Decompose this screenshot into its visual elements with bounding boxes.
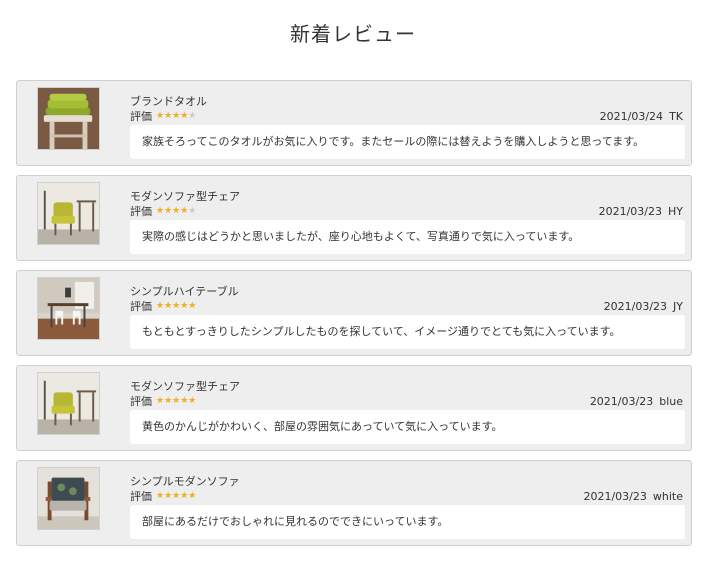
product-name[interactable]: ブランドタオル [130,93,207,109]
star-rating-icon: ★★★★★★★★★★ [156,301,197,311]
review-comment: 黄色のかんじがかわいく、部屋の雰囲気にあっていて気に入っています。 [130,410,685,444]
review-comment: 実際の感じはどうかと思いましたが、座り心地もよくて、写真通りで気に入っています。 [130,220,685,254]
rating-label: 評価 [130,490,152,503]
review-author: HY [668,205,683,218]
rating-label: 評価 [130,395,152,408]
rating-label: 評価 [130,110,152,123]
rating: 評価 ★★★★★★★★★★ [130,298,196,314]
review-meta: 2021/03/23 blue [590,395,683,408]
product-name[interactable]: モダンソファ型チェア [130,378,240,394]
review-author: blue [659,395,683,408]
review-author: white [652,490,683,503]
review-author: TK [669,110,683,123]
review-author: JY [673,300,683,313]
towel-photo[interactable] [37,87,100,150]
page-title: 新着レビュー [290,22,416,46]
review-meta: 2021/03/24 TK [600,110,683,123]
yellow-chair-photo[interactable] [37,182,100,245]
review-date: 2021/03/24 [599,110,664,123]
rating-label: 評価 [130,300,152,313]
review-card: モダンソファ型チェア 評価 ★★★★★★★★★★ 2021/03/23 HY 実際… [16,175,692,261]
armchair-photo[interactable] [37,467,100,530]
review-meta: 2021/03/23 HY [599,205,683,218]
review-card: シンプルモダンソファ 評価 ★★★★★ ★★★★★ 2021/03/23 white… [16,460,692,546]
review-date: 2021/03/23 [589,395,654,408]
rating: 評価 ★★★★★★★★★★ [130,393,196,409]
review-comment: 家族そろってこのタオルがお気に入りです。またセールの際には替えようを購入しようと… [130,125,685,159]
review-list: ブランドタオル 評価 ★★★★★★★★★★ 2021/03/24 TK 家族そろっ… [16,80,692,555]
star-rating-icon: ★★★★★★★★★★ [156,396,197,406]
review-card: シンプルハイテーブル 評価 ★★★★★ ★★★★★ 2021/03/23 JY もと… [16,270,692,356]
yellow-chair-photo[interactable] [37,372,100,435]
product-name[interactable]: シンプルハイテーブル [130,283,239,299]
rating-label: 評価 [130,205,152,218]
rating: 評価 ★★★★★★★★★★ [130,488,196,504]
review-card: モダンソファ型チェア 評価 ★★★★★ ★★★★★ 2021/03/23 blue … [16,365,692,451]
review-comment: もともとすっきりしたシンプルしたものを探していて、イメージ通りでとても気に入って… [130,315,685,349]
review-comment: 部屋にあるだけでおしゃれに見れるのでできにいっています。 [130,505,685,539]
review-date: 2021/03/23 [583,490,647,503]
star-rating-icon: ★★★★★★★★★★ [156,111,197,121]
star-rating-icon: ★★★★★★★★★★ [156,491,197,501]
review-date: 2021/03/23 [598,205,662,218]
product-name[interactable]: モダンソファ型チェア [130,188,240,204]
rating: 評価 ★★★★★★★★★★ [130,203,196,219]
rating: 評価 ★★★★★★★★★★ [130,108,196,124]
review-meta: 2021/03/23 JY [604,300,683,313]
review-meta: 2021/03/23 white [583,490,683,503]
star-rating-icon: ★★★★★★★★★★ [156,206,197,216]
dining-table-photo[interactable] [37,277,100,340]
product-name[interactable]: シンプルモダンソファ [130,473,240,489]
review-card: ブランドタオル 評価 ★★★★★★★★★★ 2021/03/24 TK 家族そろっ… [16,80,692,166]
review-date: 2021/03/23 [603,300,668,313]
